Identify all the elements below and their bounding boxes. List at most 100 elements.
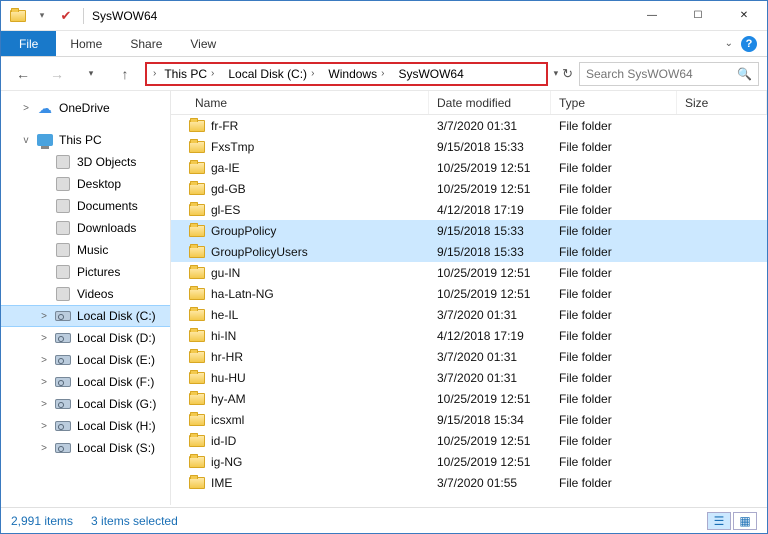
table-row[interactable]: hr-HR3/7/2020 01:31File folder [171, 346, 767, 367]
nav-item-3d-objects[interactable]: 3D Objects [1, 151, 170, 173]
column-type[interactable]: Type [551, 91, 677, 114]
tab-share[interactable]: Share [116, 31, 176, 56]
expand-icon[interactable]: > [39, 399, 49, 410]
table-row[interactable]: gu-IN10/25/2019 12:51File folder [171, 262, 767, 283]
forward-button[interactable]: → [43, 62, 71, 86]
qat-dropdown-icon[interactable]: ▾ [31, 5, 53, 27]
search-box[interactable]: 🔍 [579, 62, 759, 86]
crumb-syswow64[interactable]: SysWOW64 [392, 67, 469, 81]
cell-type: File folder [551, 182, 677, 196]
cell-type: File folder [551, 392, 677, 406]
cloud-icon: ☁ [37, 100, 53, 116]
back-button[interactable]: ← [9, 62, 37, 86]
crumb-localdisk[interactable]: Local Disk (C:)› [222, 67, 320, 81]
table-row[interactable]: hy-AM10/25/2019 12:51File folder [171, 388, 767, 409]
nav-item-local-disk-s-[interactable]: > Local Disk (S:) [1, 437, 170, 459]
nav-item-local-disk-h-[interactable]: >Local Disk (H:) [1, 415, 170, 437]
tab-home[interactable]: Home [56, 31, 116, 56]
cell-date: 10/25/2019 12:51 [429, 182, 551, 196]
crumb-thispc[interactable]: This PC› [158, 67, 220, 81]
table-row[interactable]: gd-GB10/25/2019 12:51File folder [171, 178, 767, 199]
quick-access-toolbar: ▾ ✔ SysWOW64 [1, 5, 163, 27]
close-button[interactable]: ✕ [721, 1, 767, 31]
maximize-button[interactable]: ☐ [675, 1, 721, 31]
nav-item-label: Local Disk (D:) [77, 331, 156, 345]
column-name[interactable]: Name [171, 91, 429, 114]
table-row[interactable]: id-ID10/25/2019 12:51File folder [171, 430, 767, 451]
properties-icon[interactable]: ✔ [55, 5, 77, 27]
nav-item-local-disk-d-[interactable]: > Local Disk (D:) [1, 327, 170, 349]
tab-view[interactable]: View [176, 31, 230, 56]
cell-type: File folder [551, 371, 677, 385]
column-date[interactable]: Date modified [429, 91, 551, 114]
ribbon-collapse-icon[interactable]: ⌄ [725, 38, 733, 49]
recent-locations-dropdown[interactable]: ▾ [77, 62, 105, 86]
table-row[interactable]: GroupPolicyUsers9/15/2018 15:33File fold… [171, 241, 767, 262]
cell-name: IME [171, 476, 429, 490]
chevron-right-icon[interactable]: › [311, 68, 314, 79]
nav-item-label: Local Disk (S:) [77, 441, 155, 455]
nav-item-local-disk-f-[interactable]: >Local Disk (F:) [1, 371, 170, 393]
table-row[interactable]: hi-IN4/12/2018 17:19File folder [171, 325, 767, 346]
chevron-right-icon[interactable]: › [381, 68, 384, 79]
nav-item-downloads[interactable]: Downloads [1, 217, 170, 239]
table-row[interactable]: gl-ES4/12/2018 17:19File folder [171, 199, 767, 220]
nav-item-videos[interactable]: Videos [1, 283, 170, 305]
address-bar[interactable]: › This PC› Local Disk (C:)› Windows› Sys… [145, 62, 548, 86]
navigation-pane[interactable]: >☁OneDrivevThis PC3D ObjectsDesktopDocum… [1, 91, 171, 505]
table-row[interactable]: hu-HU3/7/2020 01:31File folder [171, 367, 767, 388]
table-row[interactable]: GroupPolicy9/15/2018 15:33File folder [171, 220, 767, 241]
nav-item-local-disk-c-[interactable]: > Local Disk (C:) [1, 305, 170, 327]
folder-icon [7, 5, 29, 27]
minimize-button[interactable]: — [629, 1, 675, 31]
help-icon[interactable]: ? [741, 36, 757, 52]
file-tab[interactable]: File [1, 31, 56, 56]
up-button[interactable]: ↑ [111, 62, 139, 86]
details-view-button[interactable]: ☰ [707, 512, 731, 530]
column-size[interactable]: Size [677, 91, 767, 114]
folder-icon [189, 246, 205, 258]
crumb-windows[interactable]: Windows› [322, 67, 390, 81]
expand-icon[interactable]: v [21, 135, 31, 146]
folder-icon [189, 351, 205, 363]
search-icon[interactable]: 🔍 [737, 67, 752, 81]
table-row[interactable]: he-IL3/7/2020 01:31File folder [171, 304, 767, 325]
table-row[interactable]: IME3/7/2020 01:55File folder [171, 472, 767, 493]
disk-icon [55, 352, 71, 368]
expand-icon[interactable]: > [39, 333, 49, 344]
nav-item-local-disk-e-[interactable]: >Local Disk (E:) [1, 349, 170, 371]
nav-item-local-disk-g-[interactable]: >Local Disk (G:) [1, 393, 170, 415]
folder-icon [189, 288, 205, 300]
refresh-icon[interactable]: ↻ [562, 66, 573, 82]
nav-item-label: This PC [59, 133, 102, 147]
table-row[interactable]: ig-NG10/25/2019 12:51File folder [171, 451, 767, 472]
table-row[interactable]: fr-FR3/7/2020 01:31File folder [171, 115, 767, 136]
cell-type: File folder [551, 245, 677, 259]
expand-icon[interactable]: > [39, 355, 49, 366]
nav-item-music[interactable]: Music [1, 239, 170, 261]
nav-item-pictures[interactable]: Pictures [1, 261, 170, 283]
address-dropdown-icon[interactable]: ▾ [554, 68, 559, 79]
table-row[interactable]: FxsTmp9/15/2018 15:33File folder [171, 136, 767, 157]
nav-item-documents[interactable]: Documents [1, 195, 170, 217]
search-input[interactable] [586, 67, 726, 81]
nav-item-this-pc[interactable]: v This PC [1, 129, 170, 151]
expand-icon[interactable]: > [39, 311, 49, 322]
expand-icon[interactable]: > [39, 443, 49, 454]
chevron-right-icon[interactable]: › [211, 68, 214, 79]
nav-item-onedrive[interactable]: >☁OneDrive [1, 97, 170, 119]
table-row[interactable]: ga-IE10/25/2019 12:51File folder [171, 157, 767, 178]
table-row[interactable]: ha-Latn-NG10/25/2019 12:51File folder [171, 283, 767, 304]
thumbnails-view-button[interactable]: ▦ [733, 512, 757, 530]
table-row[interactable]: icsxml9/15/2018 15:34File folder [171, 409, 767, 430]
folder-icon [189, 393, 205, 405]
expand-icon[interactable]: > [39, 421, 49, 432]
nav-item-desktop[interactable]: Desktop [1, 173, 170, 195]
expand-icon[interactable]: > [21, 103, 31, 114]
nav-item-label: Local Disk (C:) [77, 309, 156, 323]
cell-date: 3/7/2020 01:31 [429, 119, 551, 133]
chevron-right-icon[interactable]: › [153, 68, 156, 79]
cell-name: gl-ES [171, 203, 429, 217]
file-rows[interactable]: fr-FR3/7/2020 01:31File folderFxsTmp9/15… [171, 115, 767, 505]
expand-icon[interactable]: > [39, 377, 49, 388]
